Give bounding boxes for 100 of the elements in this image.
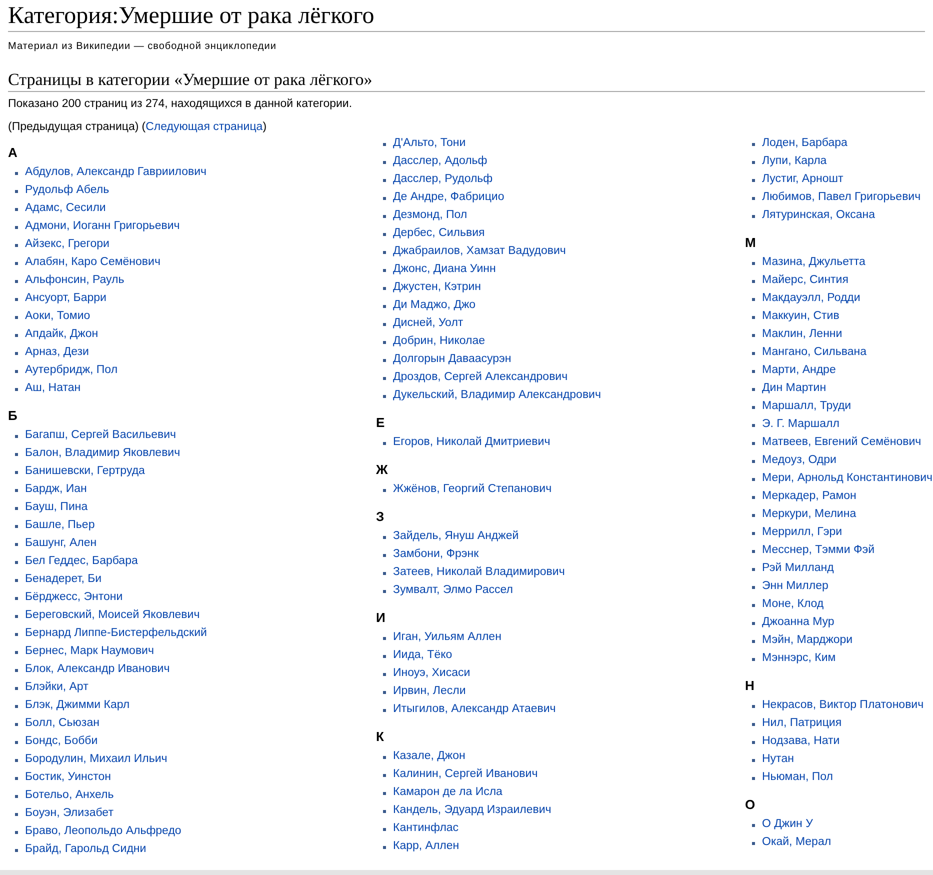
article-link[interactable]: Д'Альто, Тони <box>393 135 466 153</box>
horizontal-scrollbar[interactable] <box>0 870 933 875</box>
article-link[interactable]: Любимов, Павел Григорьевич <box>762 189 921 207</box>
article-link[interactable]: Иноуэ, Хисаси <box>393 665 470 683</box>
article-link[interactable]: Бауш, Пина <box>25 499 88 517</box>
article-link[interactable]: Бостик, Уинстон <box>25 769 112 787</box>
article-link[interactable]: Нодзава, Нати <box>762 733 840 751</box>
article-link[interactable]: Ньюман, Пол <box>762 769 833 787</box>
article-link[interactable]: Бернард Липпе-Бистерфельдский <box>25 625 207 643</box>
article-link[interactable]: Егоров, Николай Дмитриевич <box>393 434 550 452</box>
article-link[interactable]: Э. Г. Маршалл <box>762 416 840 434</box>
next-page-link[interactable]: Следующая страница <box>146 120 263 134</box>
article-link[interactable]: Дроздов, Сергей Александрович <box>393 369 568 387</box>
article-link[interactable]: Джоанна Мур <box>762 614 834 632</box>
article-link[interactable]: Блэйки, Арт <box>25 679 88 697</box>
article-link[interactable]: Ботельо, Анхель <box>25 787 114 805</box>
article-link[interactable]: Ансуорт, Барри <box>25 290 106 308</box>
article-link[interactable]: Матвеев, Евгений Семёнович <box>762 434 922 452</box>
article-link[interactable]: Айзекс, Грегори <box>25 236 110 254</box>
article-link[interactable]: Долгорын Даваасурэн <box>393 351 512 369</box>
article-link[interactable]: Итыгилов, Александр Атаевич <box>393 701 556 719</box>
article-link[interactable]: Маклин, Ленни <box>762 326 842 344</box>
article-link[interactable]: Блок, Александр Иванович <box>25 661 170 679</box>
article-link[interactable]: Медоуз, Одри <box>762 452 836 470</box>
article-link[interactable]: Банишевски, Гертруда <box>25 463 145 481</box>
article-link[interactable]: Адмони, Иоганн Григорьевич <box>25 218 180 236</box>
article-link[interactable]: Брайд, Гарольд Сидни <box>25 841 146 859</box>
article-link[interactable]: Апдайк, Джон <box>25 326 98 344</box>
article-link[interactable]: Багапш, Сергей Васильевич <box>25 427 176 445</box>
article-link[interactable]: Мэннэрс, Ким <box>762 650 836 668</box>
article-link[interactable]: Лустиг, Арношт <box>762 171 844 189</box>
article-link[interactable]: Блэк, Джимми Карл <box>25 697 130 715</box>
article-link[interactable]: Зайдель, Януш Анджей <box>393 528 519 546</box>
article-link[interactable]: Иида, Тёко <box>393 647 452 665</box>
article-link[interactable]: Дербес, Сильвия <box>393 225 485 243</box>
article-link[interactable]: Болл, Сьюзан <box>25 715 100 733</box>
article-link[interactable]: Лятуринская, Оксана <box>762 207 876 225</box>
article-link[interactable]: Дисней, Уолт <box>393 315 464 333</box>
article-link[interactable]: Меркадер, Рамон <box>762 488 856 506</box>
article-link[interactable]: Дин Мартин <box>762 380 826 398</box>
article-link[interactable]: Иган, Уильям Аллен <box>393 629 502 647</box>
article-link[interactable]: Меррилл, Гэри <box>762 524 842 542</box>
article-link[interactable]: Дукельский, Владимир Александрович <box>393 387 601 405</box>
article-link[interactable]: Дасслер, Рудольф <box>393 171 493 189</box>
article-link[interactable]: Бенадерет, Би <box>25 571 102 589</box>
article-link[interactable]: Мэйн, Марджори <box>762 632 853 650</box>
article-link[interactable]: Майерс, Синтия <box>762 272 848 290</box>
article-link[interactable]: Жжёнов, Георгий Степанович <box>393 481 552 499</box>
article-link[interactable]: Альфонсин, Рауль <box>25 272 124 290</box>
article-link[interactable]: Кандель, Эдуард Израилевич <box>393 802 552 820</box>
article-link[interactable]: Бернес, Марк Наумович <box>25 643 154 661</box>
article-link[interactable]: Некрасов, Виктор Платонович <box>762 697 924 715</box>
article-link[interactable]: Аоки, Томио <box>25 308 90 326</box>
article-link[interactable]: Добрин, Николае <box>393 333 485 351</box>
article-link[interactable]: Де Андре, Фабрицио <box>393 189 504 207</box>
article-link[interactable]: Абдулов, Александр Гавриилович <box>25 164 207 182</box>
article-link[interactable]: Джустен, Кэтрин <box>393 279 482 297</box>
article-link[interactable]: Рудольф Абель <box>25 182 110 200</box>
article-link[interactable]: О Джин У <box>762 816 813 834</box>
article-link[interactable]: Аутербридж, Пол <box>25 362 118 380</box>
article-link[interactable]: Бел Геддес, Барбара <box>25 553 138 571</box>
article-link[interactable]: Береговский, Моисей Яковлевич <box>25 607 200 625</box>
article-link[interactable]: Замбони, Фрэнк <box>393 546 479 564</box>
article-link[interactable]: Мазина, Джульетта <box>762 254 866 272</box>
article-link[interactable]: Карр, Аллен <box>393 838 460 856</box>
article-link[interactable]: Бородулин, Михаил Ильич <box>25 751 168 769</box>
article-link[interactable]: Зумвалт, Элмо Рассел <box>393 582 513 600</box>
article-link[interactable]: Маккуин, Стив <box>762 308 840 326</box>
article-link[interactable]: Мангано, Сильвана <box>762 344 866 362</box>
article-link[interactable]: Кантинфлас <box>393 820 459 838</box>
article-link[interactable]: Меркури, Мелина <box>762 506 856 524</box>
article-link[interactable]: Энн Миллер <box>762 578 828 596</box>
article-link[interactable]: Марти, Андре <box>762 362 836 380</box>
article-link[interactable]: Моне, Клод <box>762 596 824 614</box>
article-link[interactable]: Алабян, Каро Семёнович <box>25 254 160 272</box>
article-link[interactable]: Балон, Владимир Яковлевич <box>25 445 180 463</box>
article-link[interactable]: Башунг, Ален <box>25 535 97 553</box>
article-link[interactable]: Башле, Пьер <box>25 517 95 535</box>
article-link[interactable]: Браво, Леопольдо Альфредо <box>25 823 182 841</box>
article-link[interactable]: Рэй Милланд <box>762 560 834 578</box>
article-link[interactable]: Дезмонд, Пол <box>393 207 468 225</box>
article-link[interactable]: Нил, Патриция <box>762 715 842 733</box>
article-link[interactable]: Бёрджесс, Энтони <box>25 589 123 607</box>
article-link[interactable]: Мери, Арнольд Константинович <box>762 470 933 488</box>
article-link[interactable]: Маршалл, Труди <box>762 398 852 416</box>
article-link[interactable]: Бондс, Бобби <box>25 733 98 751</box>
article-link[interactable]: Лоден, Барбара <box>762 135 848 153</box>
article-link[interactable]: Казале, Джон <box>393 748 466 766</box>
article-link[interactable]: Макдауэлл, Родди <box>762 290 860 308</box>
article-link[interactable]: Дасслер, Адольф <box>393 153 488 171</box>
article-link[interactable]: Окай, Мерал <box>762 834 832 852</box>
article-link[interactable]: Ирвин, Лесли <box>393 683 466 701</box>
article-link[interactable]: Затеев, Николай Владимирович <box>393 564 565 582</box>
article-link[interactable]: Камарон де ла Исла <box>393 784 502 802</box>
article-link[interactable]: Джабраилов, Хамзат Вадудович <box>393 243 566 261</box>
article-link[interactable]: Адамс, Сесили <box>25 200 106 218</box>
article-link[interactable]: Лупи, Карла <box>762 153 827 171</box>
article-link[interactable]: Аш, Натан <box>25 380 81 398</box>
article-link[interactable]: Джонс, Диана Уинн <box>393 261 496 279</box>
article-link[interactable]: Бардж, Иан <box>25 481 87 499</box>
